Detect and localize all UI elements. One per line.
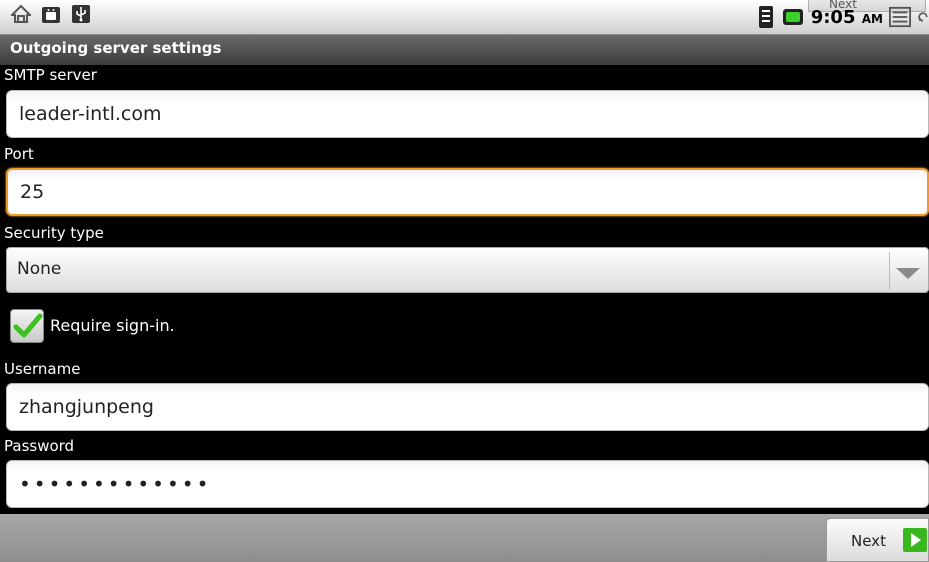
port-label: Port (4, 145, 34, 163)
smtp-server-label: SMTP server (4, 66, 97, 84)
security-type-label: Security type (4, 224, 104, 242)
checkmark-icon (13, 313, 43, 338)
status-bar: Next 9:05 AM (0, 0, 929, 34)
spinner-divider (889, 252, 890, 290)
smtp-server-input[interactable]: leader-intl.com (6, 90, 929, 138)
dropdown-arrow-icon (896, 265, 920, 284)
security-type-value: None (17, 259, 62, 279)
clock: 9:05 AM (810, 6, 883, 28)
page-title: Outgoing server settings (10, 39, 222, 57)
require-signin-label: Require sign-in. (50, 316, 175, 335)
password-label: Password (4, 437, 75, 455)
require-signin-checkbox[interactable] (10, 309, 44, 343)
usb-icon (70, 3, 92, 25)
port-input[interactable]: 25 (6, 168, 929, 216)
password-input[interactable]: ••••••••••••• (6, 460, 929, 508)
username-label: Username (4, 360, 81, 378)
signal-icon (755, 6, 777, 28)
back-icon[interactable] (917, 6, 929, 28)
username-input[interactable]: zhangjunpeng (6, 383, 929, 431)
android-icon (40, 3, 62, 25)
bottom-bar (0, 514, 929, 562)
title-bar: Outgoing server settings (0, 34, 929, 65)
next-button[interactable]: Next (826, 518, 929, 562)
menu-icon[interactable] (889, 6, 911, 28)
next-button-label: Next (851, 532, 886, 550)
security-type-select[interactable]: None (6, 247, 929, 293)
next-arrow-icon (903, 528, 927, 556)
home-icon (10, 3, 32, 25)
battery-icon (782, 6, 805, 28)
